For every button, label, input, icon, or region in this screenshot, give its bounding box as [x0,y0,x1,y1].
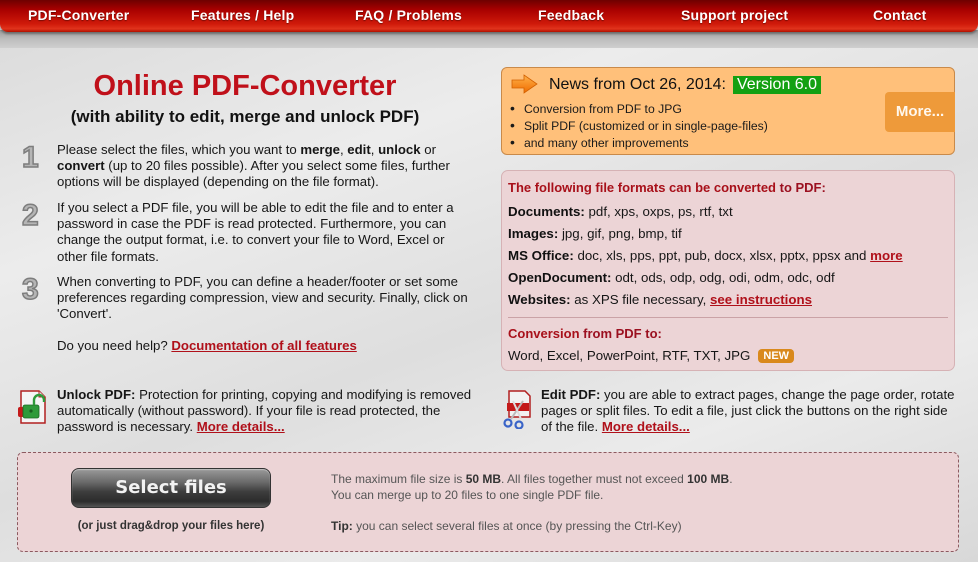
news-item: and many other improvements [510,135,768,152]
nav-support-project[interactable]: Support project [681,7,788,23]
arrow-right-icon [511,74,538,94]
new-badge: NEW [758,349,795,363]
merge-info: You can merge up to 20 files to one sing… [331,488,604,502]
conversion-from-row: Word, Excel, PowerPoint, RTF, TXT, JPG NE… [508,348,795,363]
step-1-number-icon: 1 [21,141,39,175]
edit-pdf-text: Edit PDF: you are able to extract pages,… [541,387,955,435]
nav-pdf-converter[interactable]: PDF-Converter [28,7,129,23]
formats-heading: The following file formats can be conver… [508,180,826,195]
news-item: Split PDF (customized or in single-page-… [510,118,768,135]
formats-box: The following file formats can be conver… [501,170,955,371]
step-2-text: If you select a PDF file, you will be ab… [57,200,454,264]
tip-text: Tip: you can select several files at onc… [331,519,682,533]
step-2: 2 If you select a PDF file, you will be … [21,199,472,265]
format-row-ms-office: MS Office: doc, xls, pps, ppt, pub, docx… [508,248,903,263]
formats-divider [508,317,948,318]
help-question: Do you need help? [57,338,172,353]
drag-drop-hint: (or just drag&drop your files here) [77,520,265,532]
format-row-documents: Documents: pdf, xps, oxps, ps, rtf, txt [508,204,733,219]
unlock-pdf-text: Unlock PDF: Protection for printing, cop… [57,387,472,435]
nav-features-help[interactable]: Features / Help [191,7,294,23]
step-1-text: Please select the files, which you want … [57,142,450,190]
unlock-pdf-icon [18,390,46,424]
nav-contact[interactable]: Contact [873,7,927,23]
format-row-websites: Websites: as XPS file necessary, see ins… [508,292,812,307]
nav-shadow-bar [0,30,978,48]
page-subtitle: (with ability to edit, merge and unlock … [70,107,420,126]
see-instructions-link[interactable]: see instructions [710,292,812,307]
top-navigation: PDF-Converter Features / Help FAQ / Prob… [0,0,978,32]
news-list: Conversion from PDF to JPG Split PDF (cu… [510,101,768,151]
ms-office-more-link[interactable]: more [870,248,903,263]
documentation-link[interactable]: Documentation of all features [171,338,356,353]
news-box: News from Oct 26, 2014:Version 6.0 Conve… [501,67,955,155]
step-3-number-icon: 3 [21,273,39,307]
edit-more-details-link[interactable]: More details... [602,419,690,434]
select-files-button[interactable]: Select files [71,468,271,508]
version-badge: Version 6.0 [732,76,822,94]
news-headline: News from Oct 26, 2014: Version 6.0 [549,76,822,94]
edit-pdf-scissors-icon [503,390,531,429]
step-1: 1 Please select the files, which you wan… [21,141,472,191]
help-line: Do you need help? Documentation of all f… [57,338,357,353]
page-title: Online PDF-Converter [93,70,397,102]
unlock-more-details-link[interactable]: More details... [197,419,285,434]
conversion-from-heading: Conversion from PDF to: [508,326,662,341]
step-3: 3 When converting to PDF, you can define… [21,273,472,323]
unlock-pdf-feature: Unlock PDF: Protection for printing, cop… [17,387,477,436]
file-dropzone[interactable]: Select files (or just drag&drop your fil… [17,452,959,552]
step-2-number-icon: 2 [21,199,39,233]
file-limits-info: The maximum file size is 50 MB. All file… [331,472,733,502]
nav-feedback[interactable]: Feedback [538,7,604,23]
edit-pdf-feature: Edit PDF: you are able to extract pages,… [501,387,961,436]
news-item: Conversion from PDF to JPG [510,101,768,118]
format-row-images: Images: jpg, gif, png, bmp, tif [508,226,682,241]
news-more-button[interactable]: More... [885,92,955,132]
step-3-text: When converting to PDF, you can define a… [57,274,468,322]
format-row-opendocument: OpenDocument: odt, ods, odp, odg, odi, o… [508,270,835,285]
nav-faq-problems[interactable]: FAQ / Problems [355,7,462,23]
